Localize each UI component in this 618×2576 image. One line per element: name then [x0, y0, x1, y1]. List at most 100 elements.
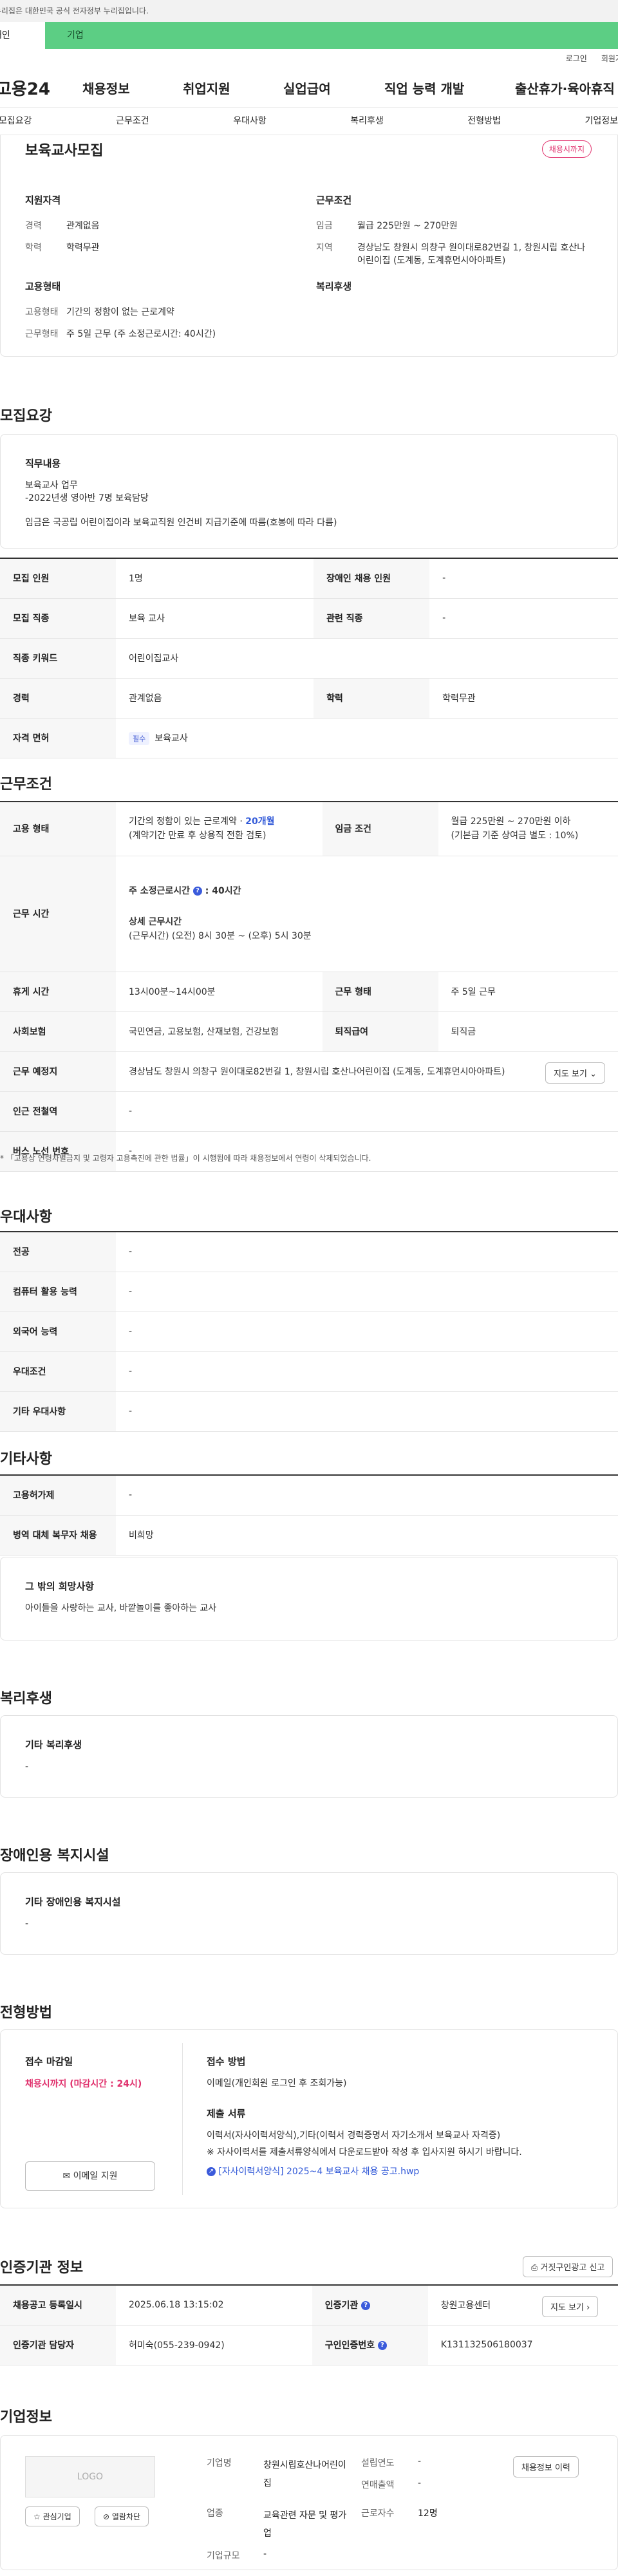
method-block: 접수 방법 이메일(개인회원 로그인 후 조회가능) 제출 서류 이력서(자사이… — [207, 2054, 593, 2182]
tab-person[interactable]: 개인 — [0, 22, 45, 49]
recruit-table: 모집 인원 1명 장애인 채용 인원 - 모집 직종 보육 교사 관련 직종 -… — [0, 558, 618, 758]
section-nav-selection[interactable]: 전형방법 — [467, 108, 501, 135]
wish-box: 그 밖의 희망사항 아이들을 사랑하는 교사, 바깥놀이를 좋아하는 교사 — [0, 1557, 618, 1641]
table-row: 기타 우대사항 - — [0, 1391, 618, 1432]
mail-icon: ✉ — [62, 2171, 71, 2181]
section-nav-pref[interactable]: 우대사항 — [233, 108, 267, 135]
cell-label: 근무 형태 — [322, 972, 438, 1012]
wage-note: (기본급 기준 상여금 별도 : 10%) — [451, 831, 579, 841]
cell-value: 13시00분~14시00분 — [116, 972, 323, 1012]
company-industry: 교육관련 자문 및 평가업 — [263, 2510, 347, 2539]
cell-value: 허미숙(055-239-0942) — [116, 2325, 312, 2365]
cell-label: 인증기관 담당자 — [0, 2325, 116, 2365]
job-history-button[interactable]: 채용정보 이력 — [513, 2456, 579, 2477]
cell-label: 고용 형태 — [0, 801, 116, 856]
agency-title: 인증기관 정보 — [0, 2260, 84, 2276]
section-nav-welfare[interactable]: 복리후생 — [350, 108, 384, 135]
section-nav-work[interactable]: 근무조건 — [116, 108, 149, 135]
help-icon[interactable]: ? — [377, 2341, 387, 2350]
cell-value: 국민연금, 고용보험, 산재보험, 건강보험 — [116, 1011, 323, 1052]
deadline-value: 채용시까지 (마감시간 : 24시) — [25, 2079, 142, 2089]
cell-label: 자격 면허 — [0, 718, 116, 758]
summary-qualification-heading: 지원자격 — [25, 194, 61, 206]
cell-value: 비희망 — [116, 1515, 618, 1556]
detail-hours: (근무시간) (오전) 8시 30분 ~ (오후) 5시 30분 — [129, 931, 312, 941]
table-row: 근무 시간 주 소정근로시간 ? : 40시간 상세 근무시간 (근무시간) (… — [0, 856, 618, 972]
cell-value: - — [116, 1091, 618, 1132]
table-row: 우대조건 - — [0, 1351, 618, 1392]
cell-label: 관련 직종 — [314, 598, 430, 639]
disabled-facility-title: 장애인용 복지시설 — [0, 1848, 109, 1864]
section-nav-company[interactable]: 기업정보 — [585, 108, 618, 135]
gnb-item-parental-leave[interactable]: 출산휴가·육아휴직 — [515, 79, 615, 97]
summary-edu-label: 학력 — [25, 243, 42, 253]
email-apply-button[interactable]: ✉ 이메일 지원 — [25, 2161, 155, 2191]
gnb-item-jobs[interactable]: 채용정보 — [82, 79, 130, 97]
cell-value: - — [116, 1272, 618, 1312]
block-company-button[interactable]: ⊘ 열람차단 — [95, 2506, 149, 2526]
summary-welfare: 복리후생 — [316, 279, 586, 306]
site-logo[interactable]: 고용24 — [0, 76, 67, 100]
etc-table: 고용허가제 - 병역 대체 복무자 채용 비희망 — [0, 1474, 618, 1556]
cell-label: 컴퓨터 활용 능력 — [0, 1272, 116, 1312]
cell-value: - — [429, 598, 618, 639]
cell-value: 학력무관 — [429, 678, 618, 719]
gnb-item-training[interactable]: 직업 능력 개발 — [384, 79, 464, 97]
cell-value: 월급 225만원 ~ 270만원 이하 (기본급 기준 상여금 별도 : 10%) — [438, 801, 618, 856]
cell-label: 병역 대체 복무자 채용 — [0, 1515, 116, 1556]
summary-emp-type-value: 기간의 정함이 없는 근로계약 — [66, 307, 174, 317]
summary-employment: 고용형태 고용형태 기간의 정함이 없는 근로계약 근무형태 주 5일 근무 (주 … — [25, 279, 295, 350]
table-row: 휴게 시간 13시00분~14시00분 근무 형태 주 5일 근무 — [0, 972, 618, 1012]
table-row: 전공 - — [0, 1231, 618, 1272]
help-icon[interactable]: ? — [192, 887, 202, 896]
login-link[interactable]: 로그인 — [566, 49, 587, 68]
welfare-value: - — [25, 1762, 29, 1772]
utility-links: 로그인 회원가입 — [0, 49, 618, 68]
chevron-down-icon: ⌄ — [590, 1069, 597, 1079]
work-title: 근무조건 — [0, 776, 52, 793]
table-row: 버스 노선 번호 - — [0, 1131, 618, 1172]
recruit-section: 모집요강 — [0, 404, 52, 425]
cell-value: 보육 교사 — [116, 598, 314, 639]
table-row: 직종 키워드 어린이집교사 — [0, 638, 618, 679]
link-icon: ↗ — [207, 2167, 216, 2176]
duty-line-2: -2022년생 영아반 7명 보육담당 — [25, 493, 149, 503]
map-button[interactable]: 지도 보기 ⌄ — [545, 1062, 605, 1084]
cell-label: 학력 — [314, 678, 430, 719]
favorite-company-button[interactable]: ☆ 관심기업 — [25, 2506, 80, 2526]
cell-label: 모집 직종 — [0, 598, 116, 639]
cell-label: 외국어 능력 — [0, 1312, 116, 1352]
cell-label: 모집 인원 — [0, 558, 116, 599]
method-value: 이메일(개인회원 로그인 후 조회가능) — [207, 2078, 347, 2089]
summary-employment-heading: 고용형태 — [25, 281, 61, 292]
deadline-heading: 접수 마감일 — [25, 2056, 73, 2067]
cell-value: 1명 — [116, 558, 314, 599]
welfare-box: 기타 복리후생 - — [0, 1715, 618, 1798]
cell-label: 직종 키워드 — [0, 638, 116, 679]
report-button[interactable]: ⎙ 거짓구인광고 신고 — [523, 2256, 613, 2277]
disabled-facility-value: - — [25, 1919, 29, 1929]
duty-box: 직무내용 보육교사 업무 -2022년생 영아반 7명 보육담당 임금은 국공립… — [0, 434, 618, 549]
agency-map-button[interactable]: 지도 보기 › — [542, 2296, 599, 2317]
divider — [182, 2043, 183, 2195]
section-nav: 모집요강 근무조건 우대사항 복리후생 전형방법 기업정보 — [0, 107, 618, 135]
tab-company[interactable]: 기업 — [45, 22, 618, 49]
block-icon: ⊘ — [103, 2512, 110, 2521]
pref-table: 전공 - 컴퓨터 활용 능력 - 외국어 능력 - 우대조건 - 기타 우대사항 - — [0, 1231, 618, 1432]
help-icon[interactable]: ? — [361, 2301, 371, 2311]
table-row: 모집 직종 보육 교사 관련 직종 - — [0, 598, 618, 639]
cell-value: 어린이집교사 — [116, 638, 618, 679]
file-link[interactable]: ↗ [자사이력서양식] 2025~4 보육교사 채용 공고.hwp — [207, 2165, 593, 2178]
cell-value: 주 소정근로시간 ? : 40시간 상세 근무시간 (근무시간) (오전) 8시… — [116, 856, 618, 972]
cell-label: 구인인증번호 ? — [312, 2325, 428, 2365]
summary-work-form-value: 주 5일 근무 (주 소정근로시간: 40시간) — [66, 329, 216, 339]
gnb-item-unemployment[interactable]: 실업급여 — [283, 79, 331, 97]
signup-link[interactable]: 회원가입 — [601, 49, 618, 68]
company-year-label: 설립연도 — [361, 2458, 395, 2468]
weekly-hours: 주 소정근로시간 ? : 40시간 — [129, 886, 241, 896]
section-nav-recruit[interactable]: 모집요강 — [0, 108, 32, 135]
cell-label: 임금 조건 — [322, 801, 438, 856]
gnb-item-employment-support[interactable]: 취업지원 — [183, 79, 230, 97]
summary-region-value: 경상남도 창원시 의창구 원이대로82번길 1, 창원시립 호산나어린이집 (도… — [357, 243, 586, 266]
summary-edu-value: 학력무관 — [66, 243, 100, 253]
